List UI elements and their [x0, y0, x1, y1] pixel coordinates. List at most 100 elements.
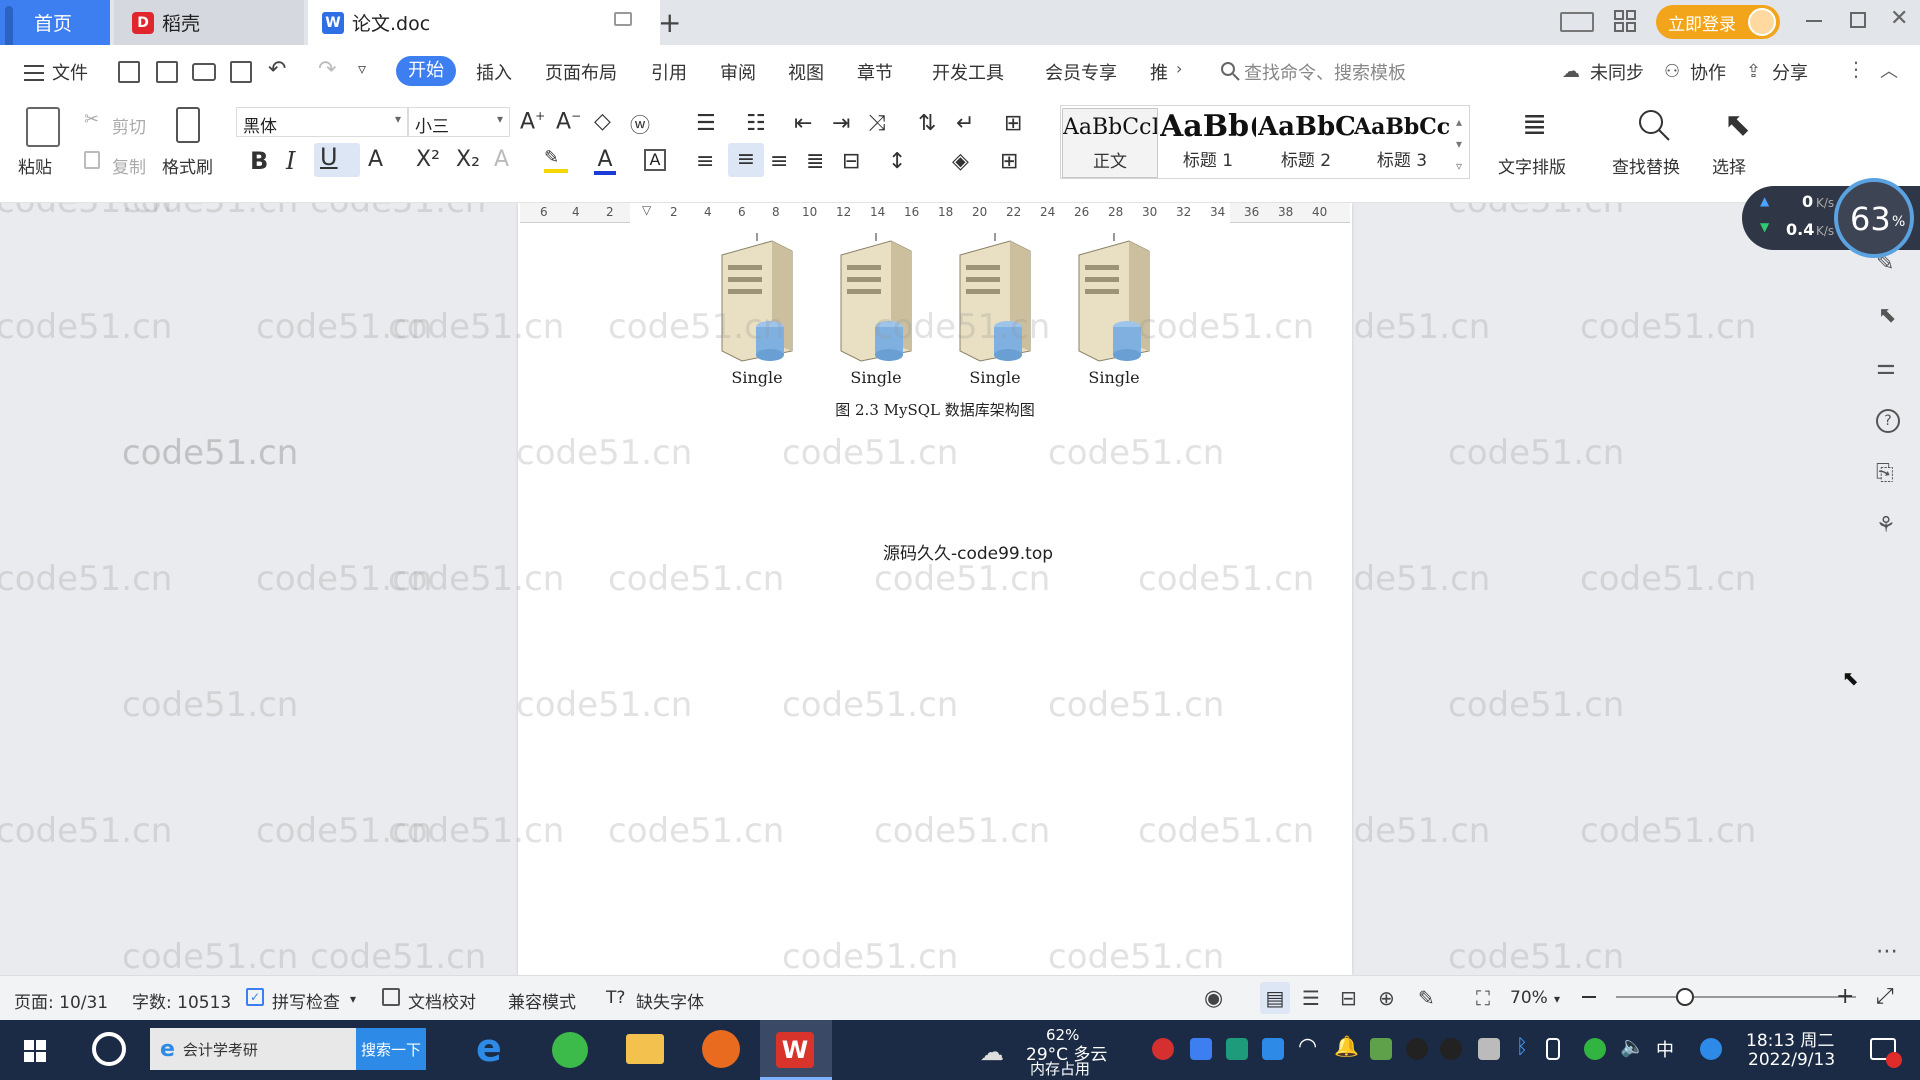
clear-format-icon[interactable]: ◇ [594, 109, 611, 134]
align-right-icon[interactable]: ≡ [770, 149, 788, 174]
menu-member[interactable]: 会员专享 [1045, 59, 1117, 85]
missing-font-button[interactable]: 缺失字体 [636, 988, 704, 1013]
layout-icon[interactable] [1560, 12, 1594, 32]
zoom-in-icon[interactable]: + [1836, 984, 1854, 1009]
decrease-indent-icon[interactable]: ⇤ [794, 111, 812, 136]
underline-icon[interactable]: U [314, 143, 360, 177]
clock-time[interactable]: 18:13 周二 [1746, 1026, 1834, 1051]
qq-icon[interactable] [1440, 1038, 1462, 1060]
export-pdf-icon[interactable] [156, 61, 178, 83]
nvidia-icon[interactable] [1370, 1038, 1392, 1060]
grow-font-icon[interactable]: A+ [520, 109, 545, 134]
numbered-list-icon[interactable]: ☷ [746, 111, 766, 136]
wps-taskbar-button[interactable]: W [760, 1020, 832, 1080]
volume-icon[interactable]: 🔈 [1620, 1034, 1645, 1058]
web-view-icon[interactable]: ⊕ [1378, 986, 1395, 1010]
windows-start-icon[interactable] [24, 1040, 46, 1062]
styles-scroll-icon[interactable]: ▴ ▾ ▿ [1456, 111, 1462, 177]
sync-status[interactable]: 未同步 [1590, 59, 1644, 85]
qq-icon[interactable] [1406, 1038, 1428, 1060]
style-heading-3[interactable]: AaBbCcl 标题 3 [1354, 108, 1450, 178]
document-page[interactable]: Single Single Single Single 图 2.3 MySQL … [122, 203, 1352, 975]
menu-chapter[interactable]: 章节 [857, 59, 893, 85]
show-marks-icon[interactable]: ↵ [956, 111, 974, 136]
indent-marker-icon[interactable]: ▽ [642, 203, 651, 217]
wifi-icon[interactable]: ◠ [1298, 1034, 1317, 1059]
spell-check-dropdown-icon[interactable]: ▾ [350, 992, 356, 1006]
align-left-icon[interactable]: ≡ [696, 149, 714, 174]
tab-home[interactable]: 首页 [0, 0, 110, 94]
menu-more-icon[interactable]: › [1176, 59, 1182, 78]
borders-icon[interactable]: ⊞ [1000, 149, 1018, 174]
zoom-level[interactable]: 70% [1510, 988, 1548, 1008]
zoom-dropdown-icon[interactable]: ▾ [1554, 992, 1560, 1006]
zoom-slider-thumb[interactable] [1676, 988, 1694, 1006]
taskbar-search-button[interactable]: 搜索一下 [356, 1028, 426, 1070]
usb-icon[interactable] [1546, 1038, 1560, 1060]
print-preview-icon[interactable] [230, 61, 252, 83]
more-options-icon[interactable]: ⋮ [1846, 57, 1866, 81]
page-indicator[interactable]: 页面: 10/31 [14, 988, 108, 1013]
write-mode-icon[interactable]: ✎ [1418, 986, 1435, 1010]
compass-icon[interactable]: ⚘ [1876, 513, 1896, 538]
font-size-select[interactable]: 小三 ▾ [408, 107, 510, 137]
sort-icon[interactable]: ⇅ [918, 111, 936, 136]
collapse-ribbon-icon[interactable]: ︿ [1880, 57, 1898, 83]
apps-grid-icon[interactable] [1614, 10, 1636, 32]
qq-browser-icon[interactable] [1700, 1038, 1722, 1060]
undo-icon[interactable]: ↶ [268, 57, 286, 82]
tray-app-icon[interactable] [1226, 1038, 1248, 1060]
bluetooth-icon[interactable]: ᛒ [1516, 1034, 1528, 1058]
menu-insert[interactable]: 插入 [476, 59, 512, 85]
menu-developer[interactable]: 开发工具 [932, 59, 1004, 85]
ime-indicator[interactable]: 中 [1656, 1036, 1674, 1062]
shield-icon[interactable] [1262, 1038, 1284, 1060]
settings-slider-icon[interactable]: ⚌ [1876, 355, 1896, 380]
outline-view-icon[interactable]: ☰ [1302, 986, 1320, 1010]
table-tools-icon[interactable]: ⊞ [1004, 111, 1022, 136]
menu-start[interactable]: 开始 [396, 56, 456, 86]
menu-recommend[interactable]: 推 [1150, 59, 1168, 85]
select-button[interactable]: 选择 [1712, 153, 1746, 178]
save-icon[interactable] [118, 61, 140, 83]
print-icon[interactable] [192, 63, 216, 81]
chinese-layout-icon[interactable]: ⤨ [868, 111, 886, 136]
eye-protection-icon[interactable]: ◉ [1204, 986, 1223, 1011]
line-spacing-icon[interactable]: ↕ [888, 149, 906, 174]
redo-icon[interactable]: ↷ [318, 57, 336, 82]
fit-page-icon[interactable]: ⛶ [1476, 986, 1490, 1010]
help-icon[interactable]: ? [1876, 409, 1900, 433]
spell-check-button[interactable]: 拼写检查 [272, 988, 340, 1013]
read-view-icon[interactable]: ⊟ [1340, 986, 1357, 1010]
font-color-icon[interactable]: A [594, 147, 616, 175]
restore-icon[interactable] [1850, 12, 1866, 28]
menu-page-layout[interactable]: 页面布局 [545, 59, 617, 85]
tab-daoke[interactable]: D 稻壳 [114, 0, 304, 45]
network-speed-widget[interactable]: ▲ 0 K/s ▼ 0.4 K/s 63 % [1742, 178, 1920, 258]
char-border-icon[interactable]: A [644, 149, 666, 171]
cut-button[interactable]: 剪切 [112, 113, 146, 138]
app-avatar-icon[interactable] [702, 1030, 740, 1068]
more-tools-icon[interactable]: ⋯ [1876, 939, 1898, 964]
find-replace-button[interactable]: 查找替换 [1612, 153, 1680, 178]
style-heading-1[interactable]: AaBb( 标题 1 [1160, 108, 1256, 178]
close-icon[interactable]: ✕ [1890, 6, 1908, 31]
format-painter-button[interactable]: 格式刷 [162, 153, 213, 178]
file-explorer-icon[interactable] [626, 1034, 664, 1064]
font-name-select[interactable]: 黑体 ▾ [236, 107, 408, 137]
login-button[interactable]: 立即登录 [1656, 5, 1780, 39]
fullscreen-icon[interactable]: ⤢ [1876, 984, 1894, 1009]
menu-review[interactable]: 审阅 [720, 59, 756, 85]
green-plus-icon[interactable] [1584, 1038, 1606, 1060]
tray-app-icon[interactable] [1190, 1038, 1212, 1060]
quick-access-dropdown-icon[interactable]: ▿ [358, 59, 366, 78]
italic-icon[interactable]: I [286, 147, 295, 175]
word-count[interactable]: 字数: 10513 [132, 988, 231, 1013]
cloud-sync-icon[interactable]: ⎘ [1876, 461, 1894, 486]
menu-view[interactable]: 视图 [788, 59, 824, 85]
notification-bell-icon[interactable]: 🔔 [1334, 1034, 1359, 1058]
align-center-icon[interactable]: ≡ [728, 143, 764, 177]
increase-indent-icon[interactable]: ⇥ [832, 111, 850, 136]
hamburger-icon[interactable] [24, 65, 44, 81]
menu-references[interactable]: 引用 [651, 59, 687, 85]
